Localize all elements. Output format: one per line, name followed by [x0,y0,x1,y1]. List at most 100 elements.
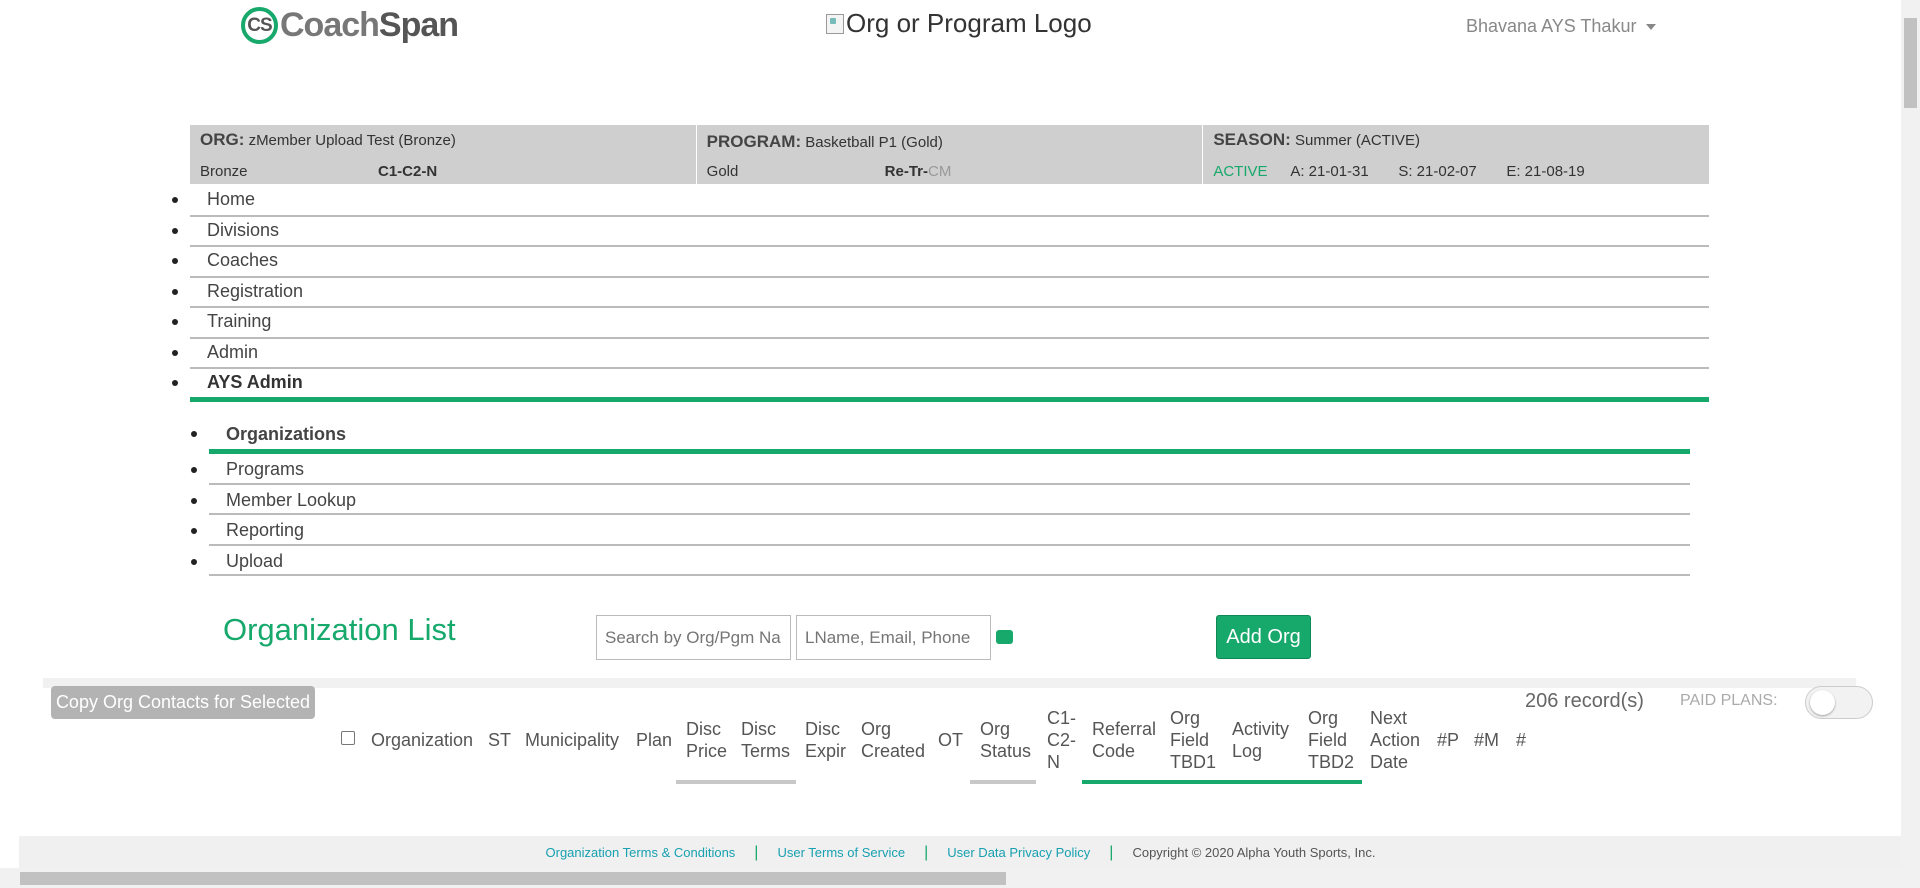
coachspan-logo[interactable]: CS CoachSpan [241,6,459,45]
footer-copyright: Copyright © 2020 Alpha Youth Sports, Inc… [1132,845,1376,860]
horizontal-scroll-thumb[interactable] [20,872,1006,885]
footer: Organization Terms & Conditions | User T… [19,836,1902,869]
horizontal-scrollbar[interactable] [0,868,1920,888]
season-status: ACTIVE [1213,163,1268,180]
column-header[interactable]: Plan [636,729,672,751]
column-header-text: #P [1437,730,1460,750]
sort-indicator [1082,780,1362,784]
column-header-text: N [1047,752,1060,772]
footer-link-user-terms[interactable]: User Terms of Service [777,845,905,860]
add-org-button[interactable]: Add Org [1216,615,1311,659]
column-header[interactable]: OT [938,729,963,751]
context-bar: ORG: zMember Upload Test (Bronze) Bronze… [190,125,1709,184]
nav-item-coaches[interactable]: Coaches [172,247,1709,278]
column-header[interactable]: # [1516,729,1526,751]
nav-item-divisions[interactable]: Divisions [172,217,1709,247]
column-header[interactable]: ST [488,729,511,751]
nav-item-home[interactable]: Home [172,186,1709,217]
sort-indicator [970,780,1036,784]
context-program[interactable]: PROGRAM: Basketball P1 (Gold) Gold Re-Tr… [697,125,1204,184]
column-header-text: C1- [1047,708,1077,728]
nav-item-training[interactable]: Training [172,308,1709,339]
footer-link-privacy[interactable]: User Data Privacy Policy [947,845,1090,860]
season-s-date: S: 21-02-07 [1398,163,1477,180]
footer-link-org-terms[interactable]: Organization Terms & Conditions [546,845,736,860]
subnav-item-programs[interactable]: Programs [191,454,1690,485]
column-header[interactable]: Org Created [861,718,925,762]
user-menu-toggle[interactable]: Bhavana AYS Thakur [1466,16,1657,37]
subnav-item-organizations[interactable]: Organizations [191,418,1690,454]
column-header-text: Plan [636,730,673,750]
program-code-active: Re-Tr- [884,163,929,180]
search-contact-input[interactable] [796,615,991,660]
sub-nav: Organizations Programs Member Lookup Rep… [191,418,1690,576]
column-header[interactable]: #M [1474,729,1499,751]
column-header-text: Municipality [525,730,620,750]
column-header-text: Org [861,719,892,739]
org-name: zMember Upload Test (Bronze) [248,132,456,149]
column-header[interactable]: Org Field TBD2 [1308,707,1354,773]
select-all-checkbox[interactable] [341,731,355,745]
column-header[interactable]: Municipality [525,729,619,751]
column-header-text: #M [1474,730,1500,750]
nav-item-registration[interactable]: Registration [172,278,1709,308]
column-header[interactable]: Disc Terms [741,718,790,762]
record-count: 206 record(s) [1525,690,1644,712]
program-plan: Gold [706,163,739,180]
season-a-date: A: 21-01-31 [1290,163,1369,180]
footer-separator: | [1109,843,1114,861]
column-header[interactable]: Referral Code [1092,718,1156,762]
context-season[interactable]: SEASON: Summer (ACTIVE) ACTIVE A: 21-01-… [1203,125,1709,184]
column-header[interactable]: #P [1437,729,1459,751]
user-name: Bhavana AYS Thakur [1466,16,1637,36]
org-label: ORG: [200,130,245,149]
column-header[interactable]: Disc Price [686,718,727,762]
main-nav: Home Divisions Coaches Registration Trai… [172,186,1709,402]
column-header-text: Disc [741,719,776,739]
column-header[interactable]: Next Action Date [1370,707,1420,773]
column-header[interactable]: Org Field TBD1 [1170,707,1216,773]
context-org[interactable]: ORG: zMember Upload Test (Bronze) Bronze… [190,125,697,184]
paid-plans-toggle[interactable] [1805,686,1873,719]
column-header-text: Field [1170,730,1210,750]
subnav-item-upload[interactable]: Upload [191,546,1690,576]
column-header[interactable]: Disc Expir [805,718,846,762]
column-header[interactable]: Org Status [980,718,1031,762]
search-org-input[interactable] [596,615,791,660]
column-header-text: Next [1370,708,1408,728]
column-header-text: Field [1308,730,1348,750]
column-header-text: Disc [805,719,840,739]
copy-org-contacts-button[interactable]: Copy Org Contacts for Selected [51,686,315,719]
column-header-text: Org [1308,708,1339,728]
column-header-text: OT [938,730,963,750]
column-header-text: Action [1370,730,1421,750]
vertical-scroll-thumb[interactable] [1904,18,1917,108]
column-header-text: Org [1170,708,1201,728]
sort-indicator [676,780,796,784]
search-submit-button[interactable] [996,630,1013,644]
column-header-text: Terms [741,741,790,761]
season-label: SEASON: [1213,130,1291,149]
footer-separator: | [754,843,759,861]
org-logo-alt-text: Org or Program Logo [846,8,1092,38]
brand-span: Span [378,6,459,44]
subnav-item-member-lookup[interactable]: Member Lookup [191,485,1690,515]
org-program-logo: Org or Program Logo [826,8,1092,39]
program-label: PROGRAM: [706,132,802,151]
toolbar-strip [43,678,1856,688]
column-header[interactable]: C1- C2- N [1047,707,1076,773]
paid-plans-label: PAID PLANS: [1680,692,1778,709]
vertical-scrollbar[interactable] [1901,0,1920,868]
nav-item-admin[interactable]: Admin [172,339,1709,369]
column-header-text: Created [861,741,926,761]
column-header[interactable]: Organization [371,729,473,751]
nav-item-ays-admin[interactable]: AYS Admin [172,369,1709,402]
column-header-text: TBD1 [1170,752,1217,772]
page-title: Organization List [223,612,456,647]
column-header-text: # [1516,730,1527,750]
column-header-text: Log [1232,741,1263,761]
column-header[interactable]: Activity Log [1232,718,1289,762]
subnav-item-reporting[interactable]: Reporting [191,515,1690,546]
column-header-text: Org [980,719,1011,739]
column-header-text: Activity [1232,719,1290,739]
